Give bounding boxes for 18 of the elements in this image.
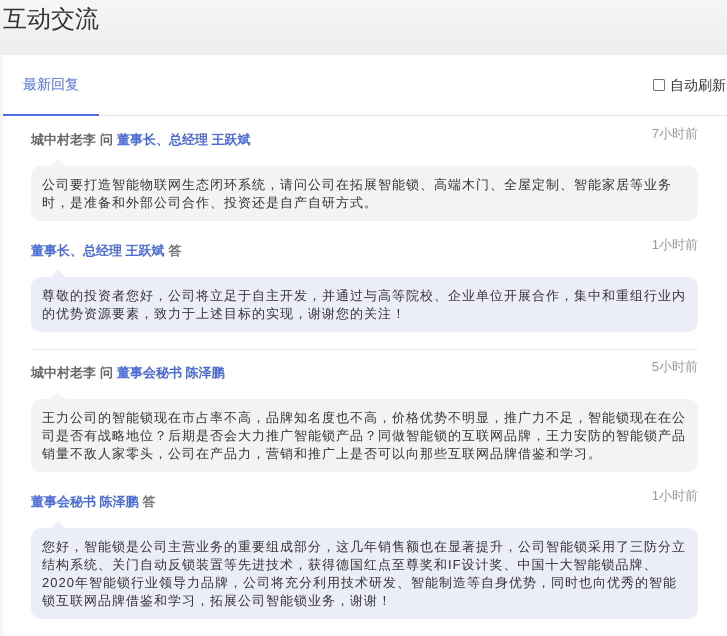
- tab[interactable]: 最新回复: [3, 55, 99, 116]
- recipient-link[interactable]: 董事会秘书 陈泽鹏: [117, 365, 225, 381]
- user-name[interactable]: 城中村老李: [31, 365, 96, 381]
- responder-link[interactable]: 董事会秘书 陈泽鹏: [31, 494, 139, 510]
- user-name[interactable]: 城中村老李: [31, 132, 96, 148]
- page-title: 互动交流: [2, 5, 99, 35]
- ask-label: 问: [100, 132, 113, 148]
- recipient-link[interactable]: 董事长、总经理 王跃斌: [117, 132, 251, 148]
- checkbox[interactable]: [653, 79, 665, 91]
- timestamp: 5小时前: [652, 359, 698, 375]
- responder-link[interactable]: 董事长、总经理 王跃斌: [31, 243, 165, 259]
- checkbox-label[interactable]: 自动刷新: [670, 74, 726, 96]
- ask-label: 问: [100, 365, 113, 381]
- timestamp: 7小时前: [652, 126, 698, 142]
- timestamp: 1小时前: [652, 488, 698, 504]
- answer-label: 答: [142, 494, 156, 510]
- timestamp: 1小时前: [652, 237, 698, 253]
- answer-label: 答: [168, 243, 182, 259]
